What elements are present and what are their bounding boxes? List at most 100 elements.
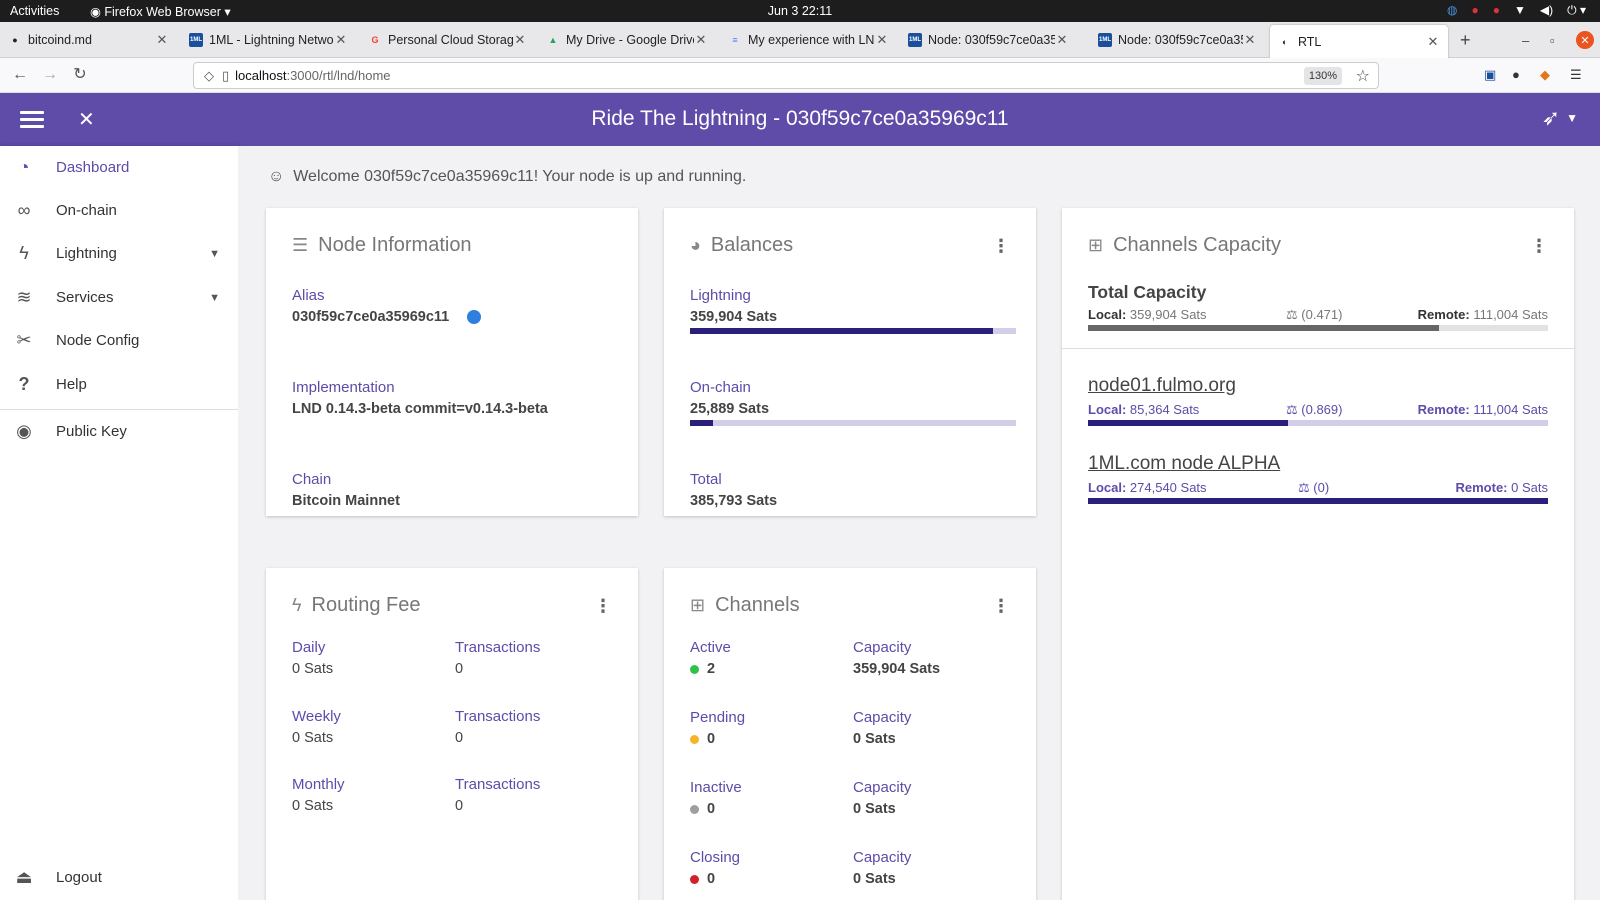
power-icon[interactable]: ⏻ ▾ (1567, 3, 1586, 18)
eye-icon: ◉ (16, 421, 32, 441)
tray-alert-icon-2[interactable]: ● (1493, 3, 1500, 18)
peer-remote-value: 111,004 Sats (1473, 402, 1548, 417)
url-bar[interactable]: ◇ ▯ localhost:3000/rtl/lnd/home 130% ☆ (193, 62, 1379, 89)
peer-ratio: ⚖ (0.869) (1286, 402, 1342, 418)
peer-name-link[interactable]: 1ML.com node ALPHA (1088, 453, 1280, 475)
back-icon[interactable]: ← (9, 64, 31, 86)
tab-node-2[interactable]: 1ML Node: 030f59c7ce0a359 ✕ (1090, 22, 1265, 58)
card-title: ⊞ Channels Capacity (1088, 234, 1281, 257)
weekly-fee-value: 0 Sats (292, 730, 334, 746)
plus-icon: + (1460, 29, 1471, 50)
total-local: Local: 359,904 Sats (1088, 307, 1207, 322)
close-tab-icon[interactable]: ✕ (1243, 32, 1257, 48)
sidebar-item-lightning[interactable]: ϟ Lightning ▼ (0, 232, 238, 275)
tray-app-icon[interactable]: ◍ (1447, 3, 1457, 18)
close-window-button[interactable]: ✕ (1576, 31, 1594, 49)
pending-channels-value: 0 (690, 731, 715, 747)
more-options-icon[interactable]: ⋮ (992, 236, 1010, 257)
rtl-logo-icon[interactable]: ➶ (1542, 105, 1560, 131)
close-tab-icon[interactable]: ✕ (1055, 32, 1069, 48)
url-path: :3000/rtl/lnd/home (286, 68, 391, 83)
new-tab-button[interactable]: + (1460, 22, 1471, 58)
tray-alert-icon[interactable]: ● (1472, 3, 1479, 18)
remote-label: Remote: (1417, 402, 1470, 417)
alias-text: 030f59c7ce0a35969c11 (292, 309, 450, 325)
tab-google-drive[interactable]: ▲ My Drive - Google Drive ✕ (538, 22, 716, 58)
card-title-text: Routing Fee (311, 594, 421, 616)
closing-count: 0 (707, 871, 716, 887)
inactive-capacity-label: Capacity (853, 779, 912, 796)
peer-capacity-bar (1088, 420, 1548, 426)
more-options-icon[interactable]: ⋮ (992, 596, 1010, 617)
sidebar: ◔ Dashboard ∞ On-chain ϟ Lightning ▼ ≋ Servic… (0, 146, 238, 900)
tab-rtl[interactable]: ◐ RTL ✕ (1270, 25, 1448, 58)
wifi-icon[interactable]: ▼ (1514, 3, 1526, 18)
minimize-button[interactable]: – (1522, 22, 1529, 58)
system-clock[interactable]: Jun 3 22:11 (0, 4, 1600, 18)
peer-name-link[interactable]: node01.fulmo.org (1088, 375, 1236, 397)
alias-color-dot (467, 310, 482, 325)
zoom-level[interactable]: 130% (1303, 67, 1342, 85)
1ml-icon: 1ML (1098, 33, 1112, 47)
tab-lnd-experience[interactable]: ≡ My experience with LND ✕ (720, 22, 897, 58)
peer-local-value: 85,364 Sats (1129, 402, 1200, 417)
metamask-icon[interactable]: ◆ (1540, 67, 1550, 83)
peer-local: Local: 85,364 Sats (1088, 402, 1199, 417)
bitwarden-icon[interactable]: ▣ (1484, 67, 1496, 83)
tab-1ml[interactable]: 1ML 1ML - Lightning Network ✕ (181, 22, 356, 58)
sidebar-item-node-config[interactable]: ✂ Node Config (0, 319, 238, 362)
sidebar-item-services[interactable]: ≋ Services ▼ (0, 276, 238, 319)
chain-value: Bitcoin Mainnet (292, 493, 400, 509)
drive-icon: ▲ (548, 35, 558, 45)
close-tab-icon[interactable]: ✕ (1426, 34, 1440, 50)
system-tray[interactable]: ◍ ● ● ▼ ◀) ⏻ ▾ (1447, 3, 1586, 18)
lightning-balance-fill (690, 328, 994, 334)
daily-tx-value: 0 (455, 661, 464, 677)
volume-icon[interactable]: ◀) (1540, 3, 1553, 18)
smiley-icon: ☺ (268, 168, 285, 185)
tab-cloud-storage[interactable]: G Personal Cloud Storage ✕ (360, 22, 535, 58)
closing-capacity-value: 0 Sats (853, 871, 896, 887)
close-tab-icon[interactable]: ✕ (155, 32, 169, 48)
menu-icon[interactable]: ☰ (1570, 67, 1582, 83)
layers-icon: ≋ (16, 287, 32, 307)
close-tab-icon[interactable]: ✕ (334, 32, 348, 48)
chevron-down-icon[interactable]: ▼ (1566, 111, 1578, 125)
chevron-down-icon[interactable]: ▼ (209, 292, 220, 304)
more-options-icon[interactable]: ⋮ (1530, 236, 1548, 257)
docs-icon: ≡ (732, 35, 738, 45)
forward-icon[interactable]: → (39, 64, 61, 86)
active-capacity-value: 359,904 Sats (853, 661, 941, 677)
closing-capacity-label: Capacity (853, 849, 912, 866)
pending-count: 0 (707, 731, 716, 747)
total-capacity-fill (1088, 325, 1440, 331)
tab-title: bitcoind.md (28, 33, 92, 47)
peer-remote: Remote: 111,004 Sats (1418, 402, 1548, 417)
bookmark-star-icon[interactable]: ☆ (1356, 66, 1370, 86)
peer-local: Local: 274,540 Sats (1088, 480, 1207, 495)
close-tab-icon[interactable]: ✕ (513, 32, 527, 48)
sidebar-item-public-key[interactable]: ◉ Public Key (0, 410, 238, 453)
maximize-button[interactable]: ▫ (1550, 22, 1555, 58)
chevron-down-icon[interactable]: ▼ (209, 248, 220, 260)
tab-node-1[interactable]: 1ML Node: 030f59c7ce0a359 ✕ (900, 22, 1077, 58)
peer-local-value: 274,540 Sats (1129, 480, 1207, 495)
network-icon: ⊞ (690, 595, 706, 615)
close-tab-icon[interactable]: ✕ (694, 32, 708, 48)
close-tab-icon[interactable]: ✕ (875, 32, 889, 48)
reload-icon[interactable]: ↻ (69, 64, 91, 86)
peer-ratio-value: (0) (1313, 480, 1330, 495)
active-count: 2 (707, 661, 716, 677)
sidebar-item-logout[interactable]: ⏏ Logout (0, 856, 238, 899)
sidebar-item-dashboard[interactable]: ◔ Dashboard (0, 146, 238, 189)
peer-ratio: ⚖ (0) (1298, 480, 1329, 496)
card-title-text: Channels Capacity (1113, 234, 1281, 256)
more-options-icon[interactable]: ⋮ (594, 596, 612, 617)
implementation-label: Implementation (292, 379, 395, 396)
extension-icon[interactable]: ● (1512, 67, 1520, 82)
shield-icon[interactable]: ◇ (204, 68, 214, 84)
sidebar-item-on-chain[interactable]: ∞ On-chain (0, 189, 238, 232)
sidebar-item-help[interactable]: ? Help (0, 363, 238, 406)
weekly-tx-value: 0 (455, 730, 464, 746)
tab-bitcoind[interactable]: ● bitcoind.md ✕ (0, 22, 177, 58)
